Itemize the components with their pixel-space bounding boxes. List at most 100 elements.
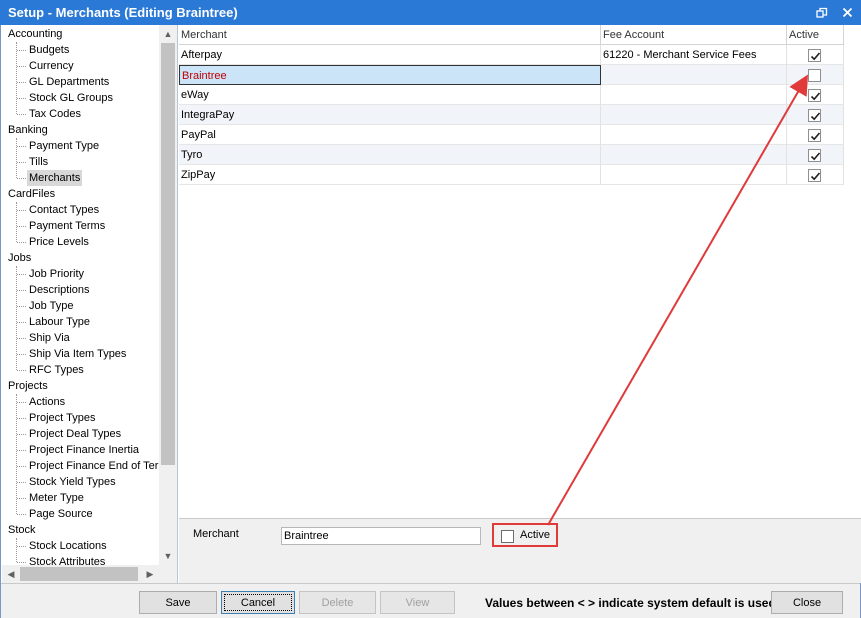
active-row-checkbox[interactable] xyxy=(808,149,821,162)
tree-connector xyxy=(17,450,26,451)
view-button[interactable]: View xyxy=(380,591,455,614)
table-row[interactable]: eWay xyxy=(179,85,844,105)
tree-connector xyxy=(16,42,17,114)
tree-item-payment-type[interactable]: Payment Type xyxy=(27,138,101,154)
tree-hscroll-thumb[interactable] xyxy=(20,567,138,581)
scroll-down-icon[interactable]: ▼ xyxy=(159,547,177,565)
active-row-checkbox[interactable] xyxy=(808,129,821,142)
tree-category-cardfiles[interactable]: CardFiles xyxy=(8,186,55,202)
tree-item-tills[interactable]: Tills xyxy=(27,154,50,170)
tree-item-project-deal-types[interactable]: Project Deal Types xyxy=(27,426,123,442)
tree-item-stock-attributes[interactable]: Stock Attributes xyxy=(27,554,107,565)
table-row[interactable]: Tyro xyxy=(179,145,844,165)
tree-item-job-type[interactable]: Job Type xyxy=(27,298,75,314)
tree-item-descriptions[interactable]: Descriptions xyxy=(27,282,92,298)
tree-item-tax-codes[interactable]: Tax Codes xyxy=(27,106,83,122)
tree-connector xyxy=(17,498,26,499)
tree-item-rfc-types[interactable]: RFC Types xyxy=(27,362,86,378)
merchant-cell[interactable]: ZipPay xyxy=(179,165,601,185)
restore-icon[interactable] xyxy=(811,2,833,24)
tree-connector xyxy=(17,226,26,227)
tree-vertical-scrollbar[interactable]: ▲ ▼ xyxy=(159,25,177,583)
tree-item-labour-type[interactable]: Labour Type xyxy=(27,314,92,330)
tree-connector xyxy=(17,514,26,515)
tree-item-project-types[interactable]: Project Types xyxy=(27,410,97,426)
active-row-checkbox[interactable] xyxy=(808,109,821,122)
merchant-cell[interactable]: IntegraPay xyxy=(179,105,601,125)
tree-horizontal-scrollbar[interactable]: ◀ ▶ xyxy=(2,565,159,583)
active-checkbox[interactable] xyxy=(501,530,514,543)
cancel-button[interactable]: Cancel xyxy=(221,591,295,614)
button-bar: Save Cancel Delete View Values between <… xyxy=(1,583,860,618)
tree-connector xyxy=(16,138,17,178)
close-button[interactable]: Close xyxy=(771,591,843,614)
tree-item-job-priority[interactable]: Job Priority xyxy=(27,266,86,282)
view-button-label: View xyxy=(405,596,430,609)
active-highlight-box: Active xyxy=(492,523,558,547)
fee-account-cell[interactable] xyxy=(601,125,787,145)
checkmark-icon xyxy=(810,92,821,101)
merchant-cell[interactable]: eWay xyxy=(179,85,601,105)
save-button[interactable]: Save xyxy=(139,591,217,614)
tree-item-budgets[interactable]: Budgets xyxy=(27,42,71,58)
tree-item-gl-departments[interactable]: GL Departments xyxy=(27,74,111,90)
tree-item-project-finance-end-of-term[interactable]: Project Finance End of Term xyxy=(27,458,159,474)
tree-scroll-thumb[interactable] xyxy=(161,43,175,465)
tree-connector xyxy=(17,402,26,403)
system-default-note: Values between < > indicate system defau… xyxy=(485,596,771,610)
tree-item-stock-yield-types[interactable]: Stock Yield Types xyxy=(27,474,118,490)
tree-category-jobs[interactable]: Jobs xyxy=(8,250,31,266)
scroll-up-icon[interactable]: ▲ xyxy=(159,25,177,43)
column-fee-account[interactable]: Fee Account xyxy=(601,25,787,45)
tree-item-ship-via[interactable]: Ship Via xyxy=(27,330,72,346)
table-row[interactable]: ZipPay xyxy=(179,165,844,185)
tree-connector xyxy=(16,394,17,514)
scroll-right-icon[interactable]: ▶ xyxy=(141,565,159,583)
tree-connector xyxy=(17,114,26,115)
merchant-cell[interactable]: Braintree xyxy=(179,65,601,85)
tree-item-page-source[interactable]: Page Source xyxy=(27,506,95,522)
active-cell xyxy=(787,45,844,65)
tree-item-stock-gl-groups[interactable]: Stock GL Groups xyxy=(27,90,115,106)
close-icon[interactable] xyxy=(836,2,858,24)
fee-account-cell[interactable] xyxy=(601,65,787,85)
tree-item-ship-via-item-types[interactable]: Ship Via Item Types xyxy=(27,346,128,362)
active-checkbox-label[interactable]: Active xyxy=(520,529,550,541)
scroll-left-icon[interactable]: ◀ xyxy=(2,565,20,583)
column-active[interactable]: Active xyxy=(787,25,844,45)
grid-header: Merchant Fee Account Active xyxy=(179,25,844,45)
tree-item-merchants[interactable]: Merchants xyxy=(27,170,83,186)
tree-item-payment-terms[interactable]: Payment Terms xyxy=(27,218,107,234)
fee-account-cell[interactable] xyxy=(601,165,787,185)
active-row-checkbox[interactable] xyxy=(808,169,821,182)
active-row-checkbox[interactable] xyxy=(808,69,821,82)
fee-account-cell[interactable]: 61220 - Merchant Service Fees xyxy=(601,45,787,65)
table-row[interactable]: Braintree xyxy=(179,65,844,85)
merchant-cell[interactable]: Tyro xyxy=(179,145,601,165)
merchant-cell[interactable]: Afterpay xyxy=(179,45,601,65)
active-row-checkbox[interactable] xyxy=(808,49,821,62)
tree-item-price-levels[interactable]: Price Levels xyxy=(27,234,91,250)
tree-connector xyxy=(17,434,26,435)
fee-account-cell[interactable] xyxy=(601,85,787,105)
tree-item-actions[interactable]: Actions xyxy=(27,394,67,410)
delete-button[interactable]: Delete xyxy=(299,591,376,614)
tree-item-contact-types[interactable]: Contact Types xyxy=(27,202,101,218)
table-row[interactable]: PayPal xyxy=(179,125,844,145)
table-row[interactable]: IntegraPay xyxy=(179,105,844,125)
tree-item-stock-locations[interactable]: Stock Locations xyxy=(27,538,109,554)
tree-category-projects[interactable]: Projects xyxy=(8,378,48,394)
column-merchant[interactable]: Merchant xyxy=(179,25,601,45)
tree-item-meter-type[interactable]: Meter Type xyxy=(27,490,86,506)
active-row-checkbox[interactable] xyxy=(808,89,821,102)
merchant-cell[interactable]: PayPal xyxy=(179,125,601,145)
tree-category-accounting[interactable]: Accounting xyxy=(8,26,62,42)
fee-account-cell[interactable] xyxy=(601,145,787,165)
table-row[interactable]: Afterpay 61220 - Merchant Service Fees xyxy=(179,45,844,65)
tree-item-project-finance-inertia[interactable]: Project Finance Inertia xyxy=(27,442,141,458)
tree-category-banking[interactable]: Banking xyxy=(8,122,48,138)
fee-account-cell[interactable] xyxy=(601,105,787,125)
merchant-input[interactable]: Braintree xyxy=(281,527,481,545)
tree-category-stock[interactable]: Stock xyxy=(8,522,36,538)
tree-item-currency[interactable]: Currency xyxy=(27,58,76,74)
